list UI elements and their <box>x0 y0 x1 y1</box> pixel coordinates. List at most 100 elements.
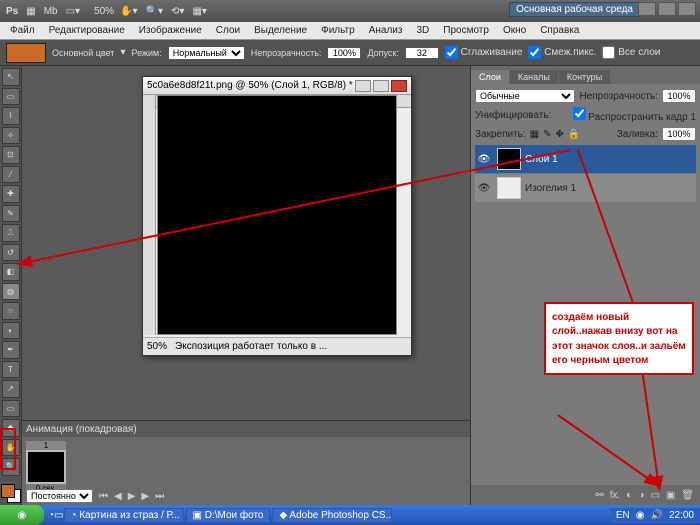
bucket-tool[interactable]: ◍ <box>2 283 20 301</box>
menu-filter[interactable]: Фильтр <box>315 23 361 38</box>
hand-icon[interactable]: ✋▾ <box>120 6 137 17</box>
layer-fx-icon[interactable]: fx. <box>610 490 621 501</box>
mb-icon[interactable]: Mb <box>44 6 58 17</box>
document-canvas[interactable] <box>157 95 397 335</box>
menu-select[interactable]: Выделение <box>248 23 313 38</box>
loop-select[interactable]: Постоянно <box>26 489 93 503</box>
play-icon[interactable]: ▶ <box>128 491 136 502</box>
foreground-swatch[interactable] <box>6 43 46 63</box>
tab-channels[interactable]: Каналы <box>510 70 558 84</box>
lock-brush-icon[interactable]: ✎ <box>543 129 551 140</box>
menu-3d[interactable]: 3D <box>410 23 435 38</box>
lasso-tool[interactable]: ⌇ <box>2 107 20 125</box>
arrange-icon[interactable]: ▦▾ <box>192 6 206 17</box>
bridge-icon[interactable]: ▦ <box>26 6 35 17</box>
first-frame-icon[interactable]: ⏮ <box>99 491 108 502</box>
language-indicator[interactable]: EN <box>616 510 630 521</box>
tab-layers[interactable]: Слои <box>471 70 509 84</box>
next-frame-icon[interactable]: ▶ <box>141 491 149 502</box>
system-tray[interactable]: EN ◉ 🔊 22:00 <box>610 508 700 523</box>
start-button[interactable]: ◉ <box>0 505 44 525</box>
layer-blend-select[interactable]: Обычные <box>475 89 575 103</box>
fg-color[interactable] <box>1 484 15 498</box>
type-tool[interactable]: T <box>2 361 20 379</box>
healing-tool[interactable]: ✚ <box>2 185 20 203</box>
workspace-button[interactable]: Основная рабочая среда <box>509 2 640 17</box>
fill-input[interactable] <box>662 127 696 141</box>
zoom-level[interactable]: 50% <box>94 6 114 17</box>
taskbar-item[interactable]: ◔ Картина из страз / Р... <box>64 508 184 523</box>
doc-close-icon[interactable] <box>391 80 407 92</box>
marquee-tool[interactable]: ▭ <box>2 88 20 106</box>
blend-mode-select[interactable]: Нормальный <box>168 46 245 60</box>
blur-tool[interactable]: ○ <box>2 302 20 320</box>
quicklaunch-icon[interactable]: ▭ <box>54 510 63 521</box>
last-frame-icon[interactable]: ⏭ <box>155 491 164 502</box>
lock-all-icon[interactable]: 🔒 <box>568 129 580 140</box>
brush-tool[interactable]: ✎ <box>2 205 20 223</box>
new-layer-icon[interactable]: ▣ <box>666 490 675 501</box>
doc-minimize-icon[interactable] <box>355 80 371 92</box>
frame-thumbnail[interactable] <box>26 450 66 484</box>
doc-maximize-icon[interactable] <box>373 80 389 92</box>
shape-tool[interactable]: ▭ <box>2 400 20 418</box>
stamp-tool[interactable]: ⎍ <box>2 224 20 242</box>
contiguous-checkbox[interactable]: Смеж.пикс. <box>528 46 596 59</box>
menu-help[interactable]: Справка <box>534 23 585 38</box>
menu-image[interactable]: Изображение <box>133 23 208 38</box>
color-swatches[interactable] <box>1 484 21 503</box>
layer-thumbnail[interactable] <box>497 177 521 199</box>
animation-tab[interactable]: Анимация (покадровая) <box>22 421 470 437</box>
layer-opacity-input[interactable] <box>662 89 696 103</box>
tab-paths[interactable]: Контуры <box>559 70 610 84</box>
menu-window[interactable]: Окно <box>497 23 532 38</box>
screenmode-icon[interactable]: ▭▾ <box>66 6 80 17</box>
layer-row-1[interactable]: 👁 Слой 1 <box>475 145 696 173</box>
taskbar-item[interactable]: ◆ Adobe Photoshop CS... <box>272 508 392 523</box>
delete-layer-icon[interactable]: 🗑 <box>681 490 694 501</box>
history-brush-tool[interactable]: ↺ <box>2 244 20 262</box>
pen-tool[interactable]: ✒ <box>2 341 20 359</box>
lock-transparency-icon[interactable]: ▦ <box>530 129 539 140</box>
zoom-icon[interactable]: 🔍▾ <box>146 6 163 17</box>
alllayers-checkbox[interactable]: Все слои <box>602 46 660 59</box>
tray-icon[interactable]: ◉ <box>636 510 645 521</box>
close-icon[interactable] <box>678 2 696 16</box>
tolerance-input[interactable] <box>405 47 439 59</box>
menu-file[interactable]: Файл <box>4 23 41 38</box>
wand-tool[interactable]: ✧ <box>2 127 20 145</box>
maximize-icon[interactable] <box>658 2 676 16</box>
path-tool[interactable]: ↗ <box>2 380 20 398</box>
menu-analysis[interactable]: Анализ <box>363 23 409 38</box>
lock-position-icon[interactable]: ✥ <box>556 129 564 140</box>
menu-view[interactable]: Просмотр <box>437 23 495 38</box>
doc-zoom[interactable]: 50% <box>147 341 167 352</box>
dodge-tool[interactable]: ◐ <box>2 322 20 340</box>
animation-frame-1[interactable]: 1 0 сек. <box>26 441 66 493</box>
document-titlebar[interactable]: 5c0a6e8d8f21t.png @ 50% (Слой 1, RGB/8) … <box>143 77 411 95</box>
adjustment-layer-icon[interactable]: ◑ <box>638 490 644 501</box>
menu-layer[interactable]: Слои <box>210 23 246 38</box>
minimize-icon[interactable] <box>638 2 656 16</box>
layer-thumbnail[interactable] <box>497 148 521 170</box>
crop-tool[interactable]: ⊡ <box>2 146 20 164</box>
move-tool[interactable]: ↖ <box>2 68 20 86</box>
visibility-icon[interactable]: 👁 <box>475 154 493 165</box>
opacity-input[interactable] <box>327 47 361 59</box>
layer-mask-icon[interactable]: ◐ <box>626 490 632 501</box>
antialias-checkbox[interactable]: Сглаживание <box>445 46 523 59</box>
layer-name[interactable]: Слой 1 <box>525 154 558 165</box>
propagate-checkbox[interactable]: Распространить кадр 1 <box>573 107 697 123</box>
layer-group-icon[interactable]: ▭ <box>650 490 659 501</box>
rotate-icon[interactable]: ⟲▾ <box>171 6 184 17</box>
link-layers-icon[interactable]: ⚯ <box>595 490 603 501</box>
layer-row-2[interactable]: 👁 Изогелия 1 <box>475 174 696 202</box>
eyedropper-tool[interactable]: ⁄ <box>2 166 20 184</box>
taskbar-item[interactable]: ▣ D:\Мои фото <box>186 508 271 523</box>
layer-name[interactable]: Изогелия 1 <box>525 183 576 194</box>
prev-frame-icon[interactable]: ◀ <box>114 491 122 502</box>
eraser-tool[interactable]: ◧ <box>2 263 20 281</box>
clock[interactable]: 22:00 <box>669 510 694 521</box>
tray-icon[interactable]: 🔊 <box>651 510 663 521</box>
menu-edit[interactable]: Редактирование <box>43 23 131 38</box>
